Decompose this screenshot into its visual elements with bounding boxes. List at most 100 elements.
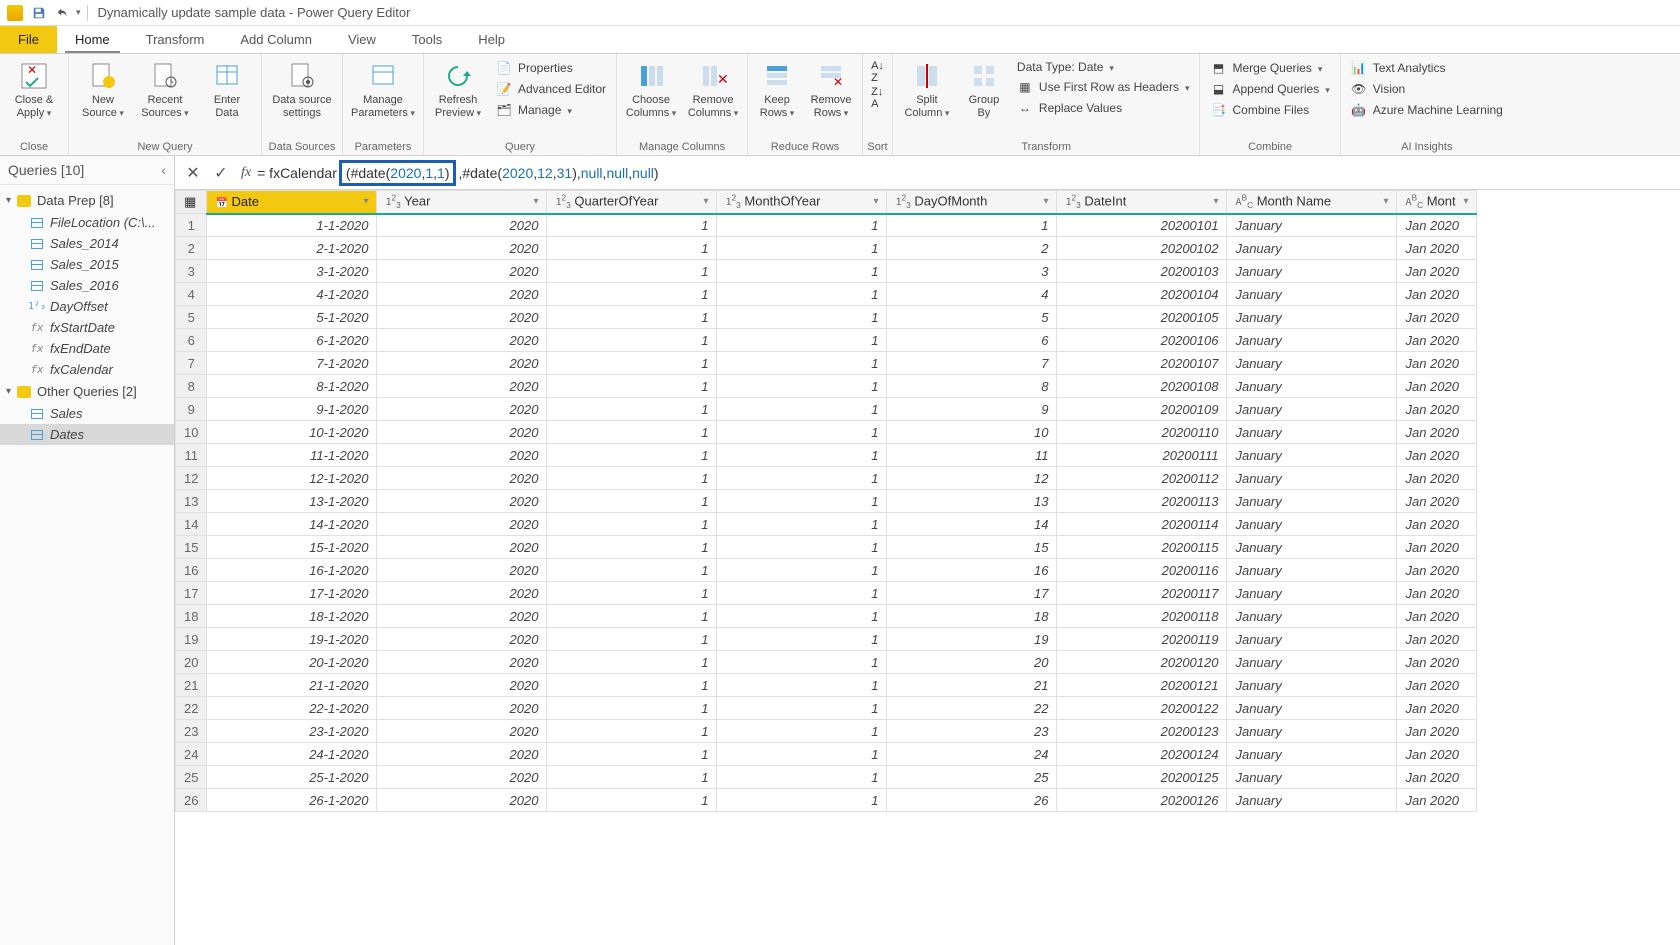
- cell[interactable]: 2020: [377, 720, 547, 743]
- query-item[interactable]: Sales: [0, 403, 174, 424]
- cell[interactable]: 20200109: [1057, 398, 1227, 421]
- cell[interactable]: 20200125: [1057, 766, 1227, 789]
- cell[interactable]: Jan 2020: [1397, 720, 1477, 743]
- cell[interactable]: 1: [547, 444, 717, 467]
- cell[interactable]: 1: [717, 444, 887, 467]
- cell[interactable]: 2020: [377, 329, 547, 352]
- keep-rows-button[interactable]: Keep Rows: [752, 56, 802, 123]
- cell[interactable]: 25: [887, 766, 1057, 789]
- table-row[interactable]: 55-1-2020202011520200105JanuaryJan 2020: [176, 306, 1477, 329]
- cell[interactable]: January: [1227, 329, 1397, 352]
- row-number[interactable]: 12: [176, 467, 207, 490]
- cell[interactable]: 1: [547, 490, 717, 513]
- cell[interactable]: 20200124: [1057, 743, 1227, 766]
- table-row[interactable]: 2020-1-20202020112020200120JanuaryJan 20…: [176, 651, 1477, 674]
- cell[interactable]: Jan 2020: [1397, 375, 1477, 398]
- cell[interactable]: 2020: [377, 651, 547, 674]
- cell[interactable]: 3: [887, 260, 1057, 283]
- cell[interactable]: 2020: [377, 766, 547, 789]
- cell[interactable]: 1: [547, 697, 717, 720]
- cell[interactable]: 13: [887, 490, 1057, 513]
- cell[interactable]: Jan 2020: [1397, 490, 1477, 513]
- cell[interactable]: 18: [887, 605, 1057, 628]
- cell[interactable]: Jan 2020: [1397, 260, 1477, 283]
- cell[interactable]: 14-1-2020: [207, 513, 377, 536]
- tab-add-column[interactable]: Add Column: [222, 26, 330, 53]
- column-header[interactable]: 123 DayOfMonth▾: [887, 191, 1057, 214]
- cell[interactable]: 23: [887, 720, 1057, 743]
- row-number[interactable]: 4: [176, 283, 207, 306]
- close-apply-button[interactable]: ✕ Close & Apply: [4, 56, 64, 123]
- accept-formula-button[interactable]: ✓: [207, 159, 235, 187]
- cell[interactable]: Jan 2020: [1397, 651, 1477, 674]
- cell[interactable]: 1: [547, 398, 717, 421]
- cell[interactable]: 8-1-2020: [207, 375, 377, 398]
- cell[interactable]: 11-1-2020: [207, 444, 377, 467]
- cell[interactable]: 13-1-2020: [207, 490, 377, 513]
- cell[interactable]: 2020: [377, 306, 547, 329]
- cell[interactable]: 20200110: [1057, 421, 1227, 444]
- undo-icon[interactable]: [52, 2, 74, 24]
- cell[interactable]: 23-1-2020: [207, 720, 377, 743]
- cell[interactable]: 1: [717, 306, 887, 329]
- cancel-formula-button[interactable]: ✕: [179, 159, 207, 187]
- table-row[interactable]: 1414-1-20202020111420200114JanuaryJan 20…: [176, 513, 1477, 536]
- table-row[interactable]: 1010-1-20202020111020200110JanuaryJan 20…: [176, 421, 1477, 444]
- cell[interactable]: 1: [887, 214, 1057, 237]
- cell[interactable]: 1: [717, 651, 887, 674]
- cell[interactable]: 22: [887, 697, 1057, 720]
- cell[interactable]: 20200122: [1057, 697, 1227, 720]
- cell[interactable]: 4-1-2020: [207, 283, 377, 306]
- table-row[interactable]: 1717-1-20202020111720200117JanuaryJan 20…: [176, 582, 1477, 605]
- data-source-settings-button[interactable]: Data source settings: [266, 56, 338, 123]
- cell[interactable]: January: [1227, 237, 1397, 260]
- table-row[interactable]: 2424-1-20202020112420200124JanuaryJan 20…: [176, 743, 1477, 766]
- group-by-button[interactable]: Group By: [959, 56, 1009, 123]
- cell[interactable]: 1: [547, 743, 717, 766]
- cell[interactable]: January: [1227, 674, 1397, 697]
- query-item[interactable]: fxfxEndDate: [0, 338, 174, 359]
- cell[interactable]: January: [1227, 444, 1397, 467]
- cell[interactable]: 20200123: [1057, 720, 1227, 743]
- data-grid[interactable]: ▦📅 Date▾123 Year▾123 QuarterOfYear▾123 M…: [175, 190, 1477, 812]
- cell[interactable]: 18-1-2020: [207, 605, 377, 628]
- cell[interactable]: 1: [717, 352, 887, 375]
- cell[interactable]: January: [1227, 306, 1397, 329]
- cell[interactable]: 1: [547, 283, 717, 306]
- cell[interactable]: January: [1227, 467, 1397, 490]
- cell[interactable]: 20200119: [1057, 628, 1227, 651]
- cell[interactable]: 2020: [377, 398, 547, 421]
- cell[interactable]: 20200113: [1057, 490, 1227, 513]
- cell[interactable]: 20200116: [1057, 559, 1227, 582]
- cell[interactable]: 16-1-2020: [207, 559, 377, 582]
- cell[interactable]: Jan 2020: [1397, 513, 1477, 536]
- cell[interactable]: 5-1-2020: [207, 306, 377, 329]
- cell[interactable]: 2020: [377, 444, 547, 467]
- query-item[interactable]: Sales_2015: [0, 254, 174, 275]
- new-source-button[interactable]: New Source: [73, 56, 133, 123]
- cell[interactable]: 1: [547, 536, 717, 559]
- cell[interactable]: 2020: [377, 513, 547, 536]
- cell[interactable]: 1: [547, 628, 717, 651]
- row-number[interactable]: 10: [176, 421, 207, 444]
- cell[interactable]: 1: [547, 789, 717, 812]
- cell[interactable]: 20200111: [1057, 444, 1227, 467]
- cell[interactable]: January: [1227, 513, 1397, 536]
- cell[interactable]: 5: [887, 306, 1057, 329]
- query-group-data-prep[interactable]: ▾ Data Prep [8]: [0, 189, 174, 212]
- cell[interactable]: January: [1227, 536, 1397, 559]
- cell[interactable]: 1: [717, 582, 887, 605]
- cell[interactable]: 1: [717, 697, 887, 720]
- cell[interactable]: 12: [887, 467, 1057, 490]
- column-header[interactable]: ABC Month Name▾: [1227, 191, 1397, 214]
- cell[interactable]: 2: [887, 237, 1057, 260]
- query-item[interactable]: Dates: [0, 424, 174, 445]
- cell[interactable]: 2020: [377, 743, 547, 766]
- cell[interactable]: 14: [887, 513, 1057, 536]
- row-number[interactable]: 6: [176, 329, 207, 352]
- row-number[interactable]: 3: [176, 260, 207, 283]
- cell[interactable]: 24: [887, 743, 1057, 766]
- cell[interactable]: 26: [887, 789, 1057, 812]
- cell[interactable]: 1: [717, 237, 887, 260]
- filter-dropdown-icon[interactable]: ▾: [533, 196, 538, 207]
